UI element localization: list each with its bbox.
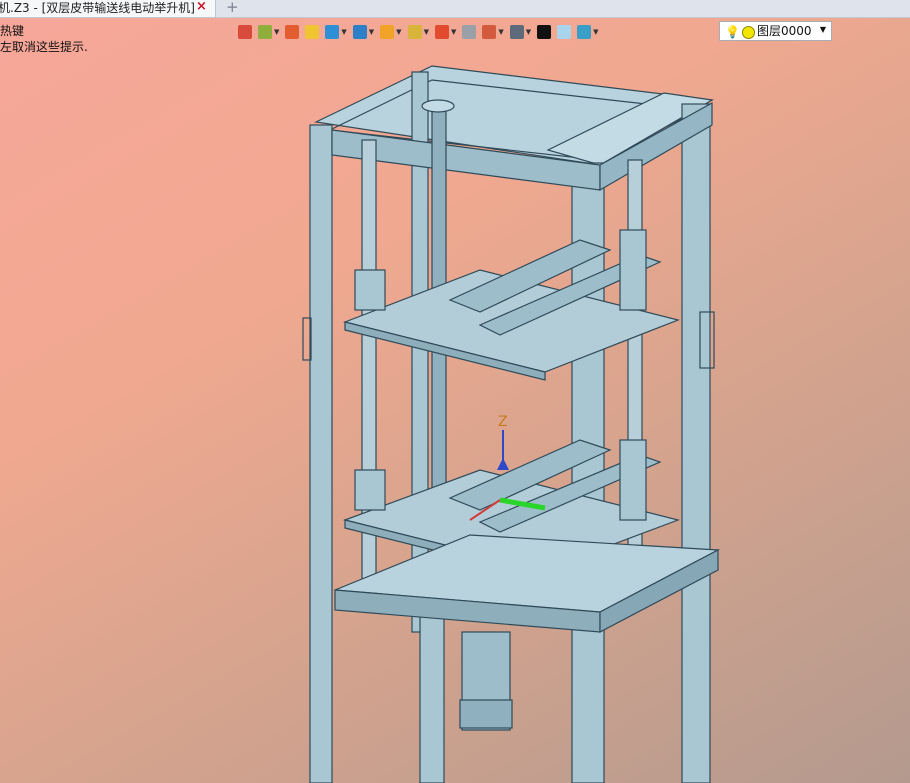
document-tab-title: 机.Z3 - [双层皮带输送线电动举升机] <box>0 1 195 15</box>
layers-icon <box>577 25 592 39</box>
new-tab-icon[interactable]: + <box>226 0 239 16</box>
paint-bucket-icon <box>258 25 272 39</box>
cad-model-viewport[interactable]: Z <box>0 0 910 783</box>
color-swatch-icon <box>557 25 572 39</box>
target-tool-button[interactable]: ▼ <box>434 22 456 42</box>
frame-post-left <box>309 124 333 783</box>
orient-wheel-tool-button[interactable]: ▼ <box>380 22 402 42</box>
pencil-tool-button[interactable] <box>285 22 300 42</box>
dimension-tool-button[interactable]: ▼ <box>482 22 504 42</box>
color-swatch-tool-button[interactable] <box>557 22 572 42</box>
line-width-tool-button[interactable] <box>537 22 552 42</box>
bulb-icon[interactable]: 💡 <box>725 23 740 41</box>
chevron-down-icon[interactable]: ▼ <box>341 28 346 36</box>
exit-sketch-tool-button[interactable] <box>238 22 252 42</box>
chevron-down-icon[interactable]: ▼ <box>526 28 531 36</box>
page-icon <box>462 25 477 39</box>
monitor-icon <box>509 25 524 39</box>
hint-line-2: 左取消这些提示. <box>0 40 88 54</box>
line-width-icon <box>537 25 552 39</box>
monitor-tool-button[interactable]: ▼ <box>509 22 531 42</box>
target-icon <box>434 25 449 39</box>
layer-color-icon <box>742 26 755 39</box>
document-tab[interactable]: 机.Z3 - [双层皮带输送线电动举升机] × <box>0 0 216 17</box>
close-icon[interactable]: × <box>196 0 207 15</box>
layer-name: 图层0000 <box>757 24 812 38</box>
box-face-icon <box>305 25 320 39</box>
solid-cube-tool-button[interactable]: ▼ <box>325 22 347 42</box>
paint-bucket-tool-button[interactable]: ▼ <box>258 22 279 42</box>
solid-cube-icon <box>325 25 340 39</box>
axis-label-z: Z <box>498 414 508 430</box>
dimension-icon <box>482 25 497 39</box>
box-face-tool-button[interactable] <box>305 22 320 42</box>
document-tab-bar: 机.Z3 - [双层皮带输送线电动举升机] × + <box>0 0 910 18</box>
hint-line-1: 热键 <box>0 24 25 38</box>
chevron-down-icon[interactable]: ▼ <box>451 28 456 36</box>
layers-tool-button[interactable]: ▼ <box>577 22 599 42</box>
chevron-down-icon[interactable]: ▼ <box>593 28 598 36</box>
zoom-window-tool-button[interactable]: ▼ <box>407 22 429 42</box>
exit-sketch-icon <box>238 25 252 39</box>
zoom-window-icon <box>407 25 422 39</box>
layer-selector[interactable]: 💡 图层0000 ▼ <box>719 21 832 41</box>
view-cube-icon <box>352 25 367 39</box>
chevron-down-icon[interactable]: ▼ <box>274 28 279 36</box>
pencil-icon <box>285 25 300 39</box>
orient-wheel-icon <box>380 25 395 39</box>
page-tool-button[interactable] <box>462 22 477 42</box>
chevron-down-icon[interactable]: ▼ <box>498 28 503 36</box>
view-cube-tool-button[interactable]: ▼ <box>352 22 374 42</box>
chevron-down-icon[interactable]: ▼ <box>424 28 429 36</box>
view-toolbar: ▼ ▼ ▼ ▼ ▼ ▼ ▼ ▼ ▼ <box>238 22 605 42</box>
chevron-down-icon[interactable]: ▼ <box>369 28 374 36</box>
chevron-down-icon[interactable]: ▼ <box>820 21 826 39</box>
chevron-down-icon[interactable]: ▼ <box>396 28 401 36</box>
frame-post-right <box>681 103 711 783</box>
